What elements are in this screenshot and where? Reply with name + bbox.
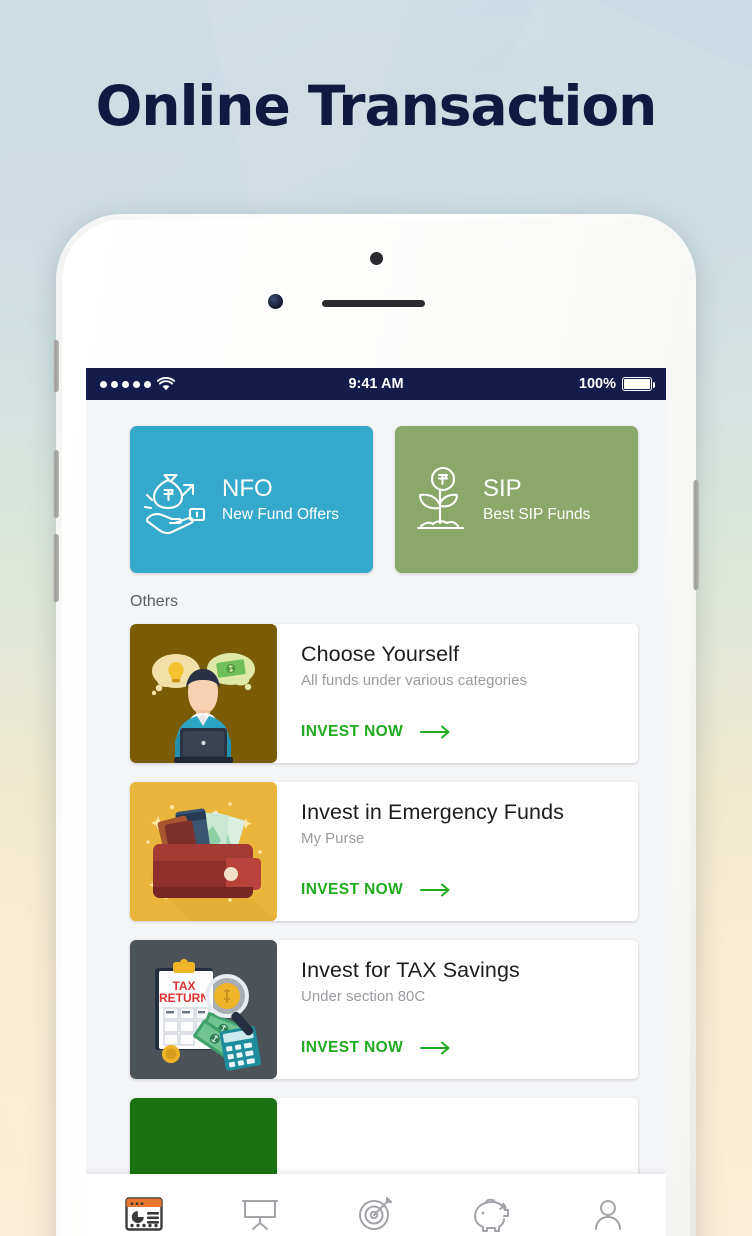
status-bar-right: 100% xyxy=(578,376,656,392)
svg-text:RETURN: RETURN xyxy=(159,991,209,1005)
presentation-board-icon xyxy=(241,1196,279,1232)
status-bar: 9:41 AM 100% xyxy=(86,368,666,400)
battery-icon xyxy=(622,377,656,391)
nav-item-account[interactable]: Account xyxy=(550,1174,666,1236)
earpiece-speaker-icon xyxy=(322,300,425,307)
screen-content: NFO New Fund Offers SIP Best SIP Funds O… xyxy=(86,400,666,1236)
card-thumbnail xyxy=(130,782,277,921)
status-bar-left xyxy=(100,377,175,391)
card-title: Choose Yourself xyxy=(301,642,460,666)
person-icon xyxy=(591,1196,625,1232)
arrow-right-icon xyxy=(420,725,452,739)
section-label-others: Others xyxy=(130,593,179,610)
promo-title: NFO xyxy=(222,474,273,502)
promo-text-nfo: NFO New Fund Offers xyxy=(222,475,339,524)
card-subtitle: Under section 80C xyxy=(301,988,426,1005)
wallet-with-cash-icon xyxy=(130,782,277,921)
phone-volume-down-button[interactable] xyxy=(53,534,59,602)
invest-now-button[interactable]: INVEST NOW xyxy=(301,1039,638,1057)
promo-card-sip[interactable]: SIP Best SIP Funds xyxy=(395,426,638,573)
promo-text-sip: SIP Best SIP Funds xyxy=(483,475,590,524)
dashboard-icon xyxy=(124,1196,164,1232)
invest-now-button[interactable]: INVEST NOW xyxy=(301,723,638,741)
promo-row: NFO New Fund Offers SIP Best SIP Funds xyxy=(86,400,666,573)
card-subtitle: All funds under various categories xyxy=(301,672,527,689)
person-with-laptop-thinking-icon xyxy=(151,653,255,763)
page-root: Online Transaction 9:41 AM 100% NFO New … xyxy=(0,0,752,1236)
list-item[interactable]: Choose Yourself All funds under various … xyxy=(130,624,638,763)
list-item[interactable]: TAX RETURN Invest for TAX Savings Under … xyxy=(130,940,638,1079)
nav-item-invest[interactable]: Invest xyxy=(434,1174,550,1236)
page-title: Online Transaction xyxy=(95,74,658,138)
phone-silent-switch[interactable] xyxy=(53,340,59,392)
card-body: Choose Yourself All funds under various … xyxy=(277,624,638,763)
card-thumbnail: TAX RETURN xyxy=(130,940,277,1079)
others-card-list: Choose Yourself All funds under various … xyxy=(86,611,666,1236)
card-body: Invest in Emergency Funds My Purse INVES… xyxy=(277,782,638,921)
card-thumbnail xyxy=(130,624,277,763)
battery-percent-label: 100% xyxy=(578,376,616,392)
nav-item-learn[interactable]: Learn xyxy=(202,1174,318,1236)
nav-item-goal[interactable]: Goal xyxy=(318,1174,434,1236)
phone-power-button[interactable] xyxy=(693,480,699,590)
card-title: Invest in Emergency Funds xyxy=(301,800,565,824)
piggy-bank-icon xyxy=(472,1196,512,1232)
arrow-right-icon xyxy=(420,1041,452,1055)
card-body: Invest for TAX Savings Under section 80C… xyxy=(277,940,638,1079)
promo-subtitle: Best SIP Funds xyxy=(483,505,591,523)
front-camera-icon xyxy=(268,294,283,309)
promo-title: SIP xyxy=(483,474,522,502)
phone-mockup: 9:41 AM 100% NFO New Fund Offers SIP Bes… xyxy=(53,214,699,1236)
proximity-sensor-icon xyxy=(370,252,383,265)
card-title: Invest for TAX Savings xyxy=(301,958,520,982)
bottom-navigation: Dashboard Learn xyxy=(86,1174,666,1236)
invest-now-label: INVEST NOW xyxy=(301,723,404,740)
list-item[interactable]: Invest in Emergency Funds My Purse INVES… xyxy=(130,782,638,921)
money-bag-in-hand-icon xyxy=(142,463,212,537)
wifi-icon xyxy=(157,377,175,391)
invest-now-label: INVEST NOW xyxy=(301,881,404,898)
tax-return-clipboard-icon: TAX RETURN xyxy=(155,959,262,1071)
promo-card-nfo[interactable]: NFO New Fund Offers xyxy=(130,426,373,573)
phone-volume-up-button[interactable] xyxy=(53,450,59,518)
signal-strength-icon xyxy=(100,380,151,388)
phone-screen: 9:41 AM 100% NFO New Fund Offers SIP Bes… xyxy=(86,368,666,1236)
promo-subtitle: New Fund Offers xyxy=(222,505,339,523)
growing-plant-rupee-icon xyxy=(407,463,473,537)
invest-now-button[interactable]: INVEST NOW xyxy=(301,881,638,899)
invest-now-label: INVEST NOW xyxy=(301,1039,404,1056)
arrow-right-icon xyxy=(420,883,452,897)
card-subtitle: My Purse xyxy=(301,830,365,847)
target-dart-icon xyxy=(357,1196,395,1232)
nav-item-dashboard[interactable]: Dashboard xyxy=(86,1174,202,1236)
